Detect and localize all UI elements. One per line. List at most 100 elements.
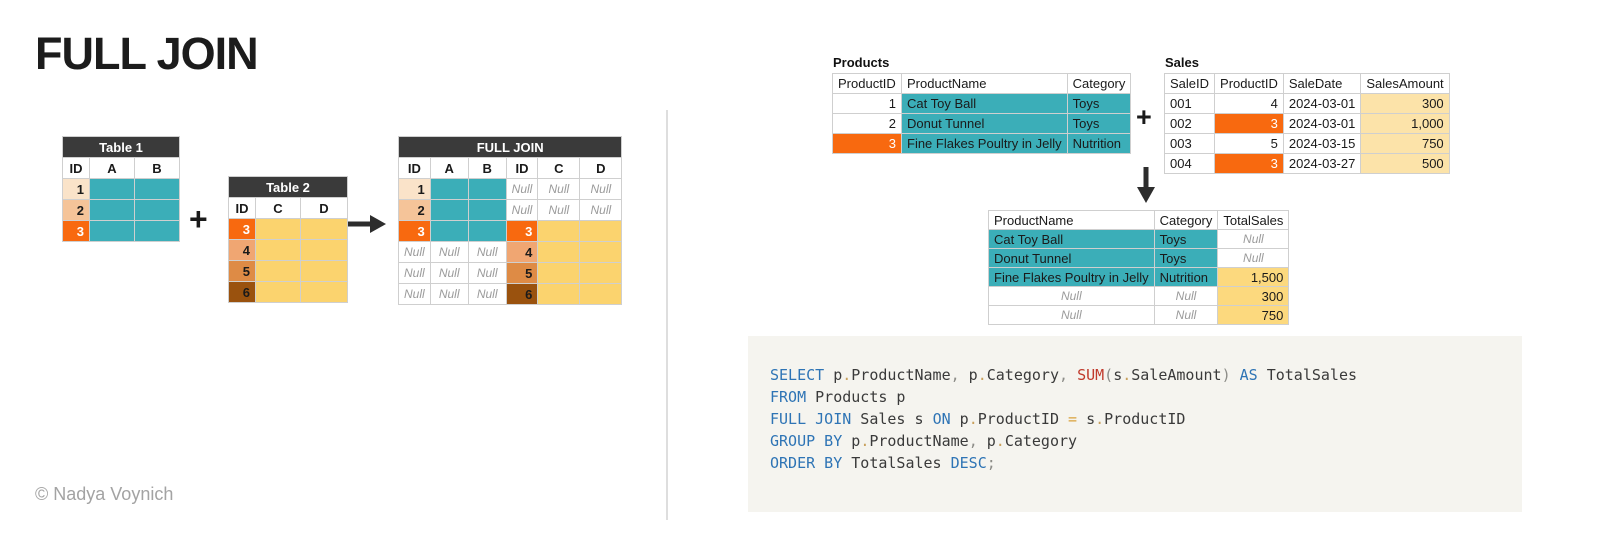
table-cell: 3 <box>399 221 431 242</box>
table-cell <box>468 179 506 200</box>
table-row: 2NullNullNull <box>399 200 622 221</box>
table-header-cell: C <box>538 158 580 179</box>
table-cell: Toys <box>1067 114 1131 134</box>
table-cell: 5 <box>506 263 538 284</box>
table-cell: Donut Tunnel <box>989 249 1155 268</box>
table-cell: 4 <box>506 242 538 263</box>
table-row: 1 <box>63 179 180 200</box>
table-cell: 500 <box>1361 154 1449 174</box>
table-cell: 2024-03-15 <box>1283 134 1361 154</box>
sql-code-line: SELECT p.ProductName, p.Category, SUM(s.… <box>770 364 1522 386</box>
table-header-cell: ID <box>506 158 538 179</box>
table-cell <box>256 219 301 240</box>
table-cell: Donut Tunnel <box>902 114 1068 134</box>
table-row: NullNullNull4 <box>399 242 622 263</box>
table-cell: 5 <box>1215 134 1284 154</box>
table-cell: Null <box>580 179 622 200</box>
table-row: Donut TunnelToysNull <box>989 249 1289 268</box>
table-row: 2Donut TunnelToys <box>833 114 1131 134</box>
table-cell <box>468 221 506 242</box>
table-cell <box>580 221 622 242</box>
table-header-cell: TotalSales <box>1218 211 1289 230</box>
table-header-cell: ProductName <box>989 211 1155 230</box>
table-cell: Nutrition <box>1067 134 1131 154</box>
table-header-cell: C <box>256 198 301 219</box>
table-header-cell: ID <box>399 158 431 179</box>
arrow-right-icon <box>348 213 386 235</box>
table-cell: 2 <box>833 114 902 134</box>
table-cell: 1 <box>833 94 902 114</box>
table-cell <box>580 242 622 263</box>
section-divider <box>666 110 668 520</box>
table-cell <box>90 200 135 221</box>
table-cell: Toys <box>1154 230 1218 249</box>
table2-diagram: Table 2IDCD3456 <box>228 176 348 303</box>
table-header-cell: ID <box>63 158 90 179</box>
table-cell: 2 <box>63 200 90 221</box>
table-row: 00232024-03-011,000 <box>1165 114 1450 134</box>
sql-code-line: GROUP BY p.ProductName, p.Category <box>770 430 1522 452</box>
table-header-cell: Category <box>1067 74 1131 94</box>
table-cell: 2024-03-01 <box>1283 114 1361 134</box>
table-row: Fine Flakes Poultry in JellyNutrition1,5… <box>989 268 1289 287</box>
products-table: ProductIDProductNameCategory1Cat Toy Bal… <box>832 73 1131 154</box>
table-cell: Fine Flakes Poultry in Jelly <box>902 134 1068 154</box>
table-row: NullNullNull6 <box>399 284 622 305</box>
table-row: 00432024-03-27500 <box>1165 154 1450 174</box>
table-cell: Null <box>430 263 468 284</box>
table-cell: 3 <box>506 221 538 242</box>
table-title-bar: Table 1 <box>63 137 180 158</box>
table-header-cell: D <box>301 198 348 219</box>
table-cell: 750 <box>1361 134 1449 154</box>
products-table-label: Products <box>833 55 889 70</box>
table-header-cell: ProductID <box>833 74 902 94</box>
table-cell: 300 <box>1218 287 1289 306</box>
table-row: NullNull750 <box>989 306 1289 325</box>
table-row: 3 <box>63 221 180 242</box>
sql-code-line: ORDER BY TotalSales DESC; <box>770 452 1522 474</box>
table-header-cell: B <box>468 158 506 179</box>
table-cell: 3 <box>1215 114 1284 134</box>
table-row: 00352024-03-15750 <box>1165 134 1450 154</box>
table-cell <box>430 221 468 242</box>
table-cell: Toys <box>1154 249 1218 268</box>
table-header-cell: A <box>90 158 135 179</box>
table-cell: 3 <box>229 219 256 240</box>
table-cell: 3 <box>63 221 90 242</box>
table-header-cell: ProductName <box>902 74 1068 94</box>
table-cell: Null <box>580 200 622 221</box>
sql-code-block: SELECT p.ProductName, p.Category, SUM(s.… <box>748 336 1522 512</box>
table-header-cell: ProductID <box>1215 74 1284 94</box>
table-cell: Null <box>399 242 431 263</box>
table-cell: 6 <box>506 284 538 305</box>
copyright-text: © Nadya Voynich <box>35 484 173 505</box>
page-title: FULL JOIN <box>35 28 258 80</box>
table-cell: 5 <box>229 261 256 282</box>
slide-canvas: FULL JOIN Table 1IDAB123 + Table 2IDCD34… <box>0 0 1600 543</box>
table-row: 4 <box>229 240 348 261</box>
table-cell: 3 <box>833 134 902 154</box>
table-cell <box>135 221 180 242</box>
table-cell: Null <box>468 263 506 284</box>
table-row: 5 <box>229 261 348 282</box>
table-row: 1Cat Toy BallToys <box>833 94 1131 114</box>
table-row: 1NullNullNull <box>399 179 622 200</box>
table-cell <box>430 200 468 221</box>
table-cell: 003 <box>1165 134 1215 154</box>
table-cell <box>301 219 348 240</box>
table-cell: 1 <box>63 179 90 200</box>
table-cell <box>538 221 580 242</box>
table-cell: Null <box>468 242 506 263</box>
table-header-cell: B <box>135 158 180 179</box>
table-cell: Null <box>430 242 468 263</box>
table-cell: Nutrition <box>1154 268 1218 287</box>
table-cell: 1 <box>399 179 431 200</box>
table-cell: Null <box>538 179 580 200</box>
table-cell: Null <box>506 179 538 200</box>
table-cell <box>430 179 468 200</box>
table-header-cell: A <box>430 158 468 179</box>
table-header-cell: ID <box>229 198 256 219</box>
table-cell: Null <box>1218 230 1289 249</box>
table-row: 3Fine Flakes Poultry in JellyNutrition <box>833 134 1131 154</box>
table-cell: 2024-03-01 <box>1283 94 1361 114</box>
